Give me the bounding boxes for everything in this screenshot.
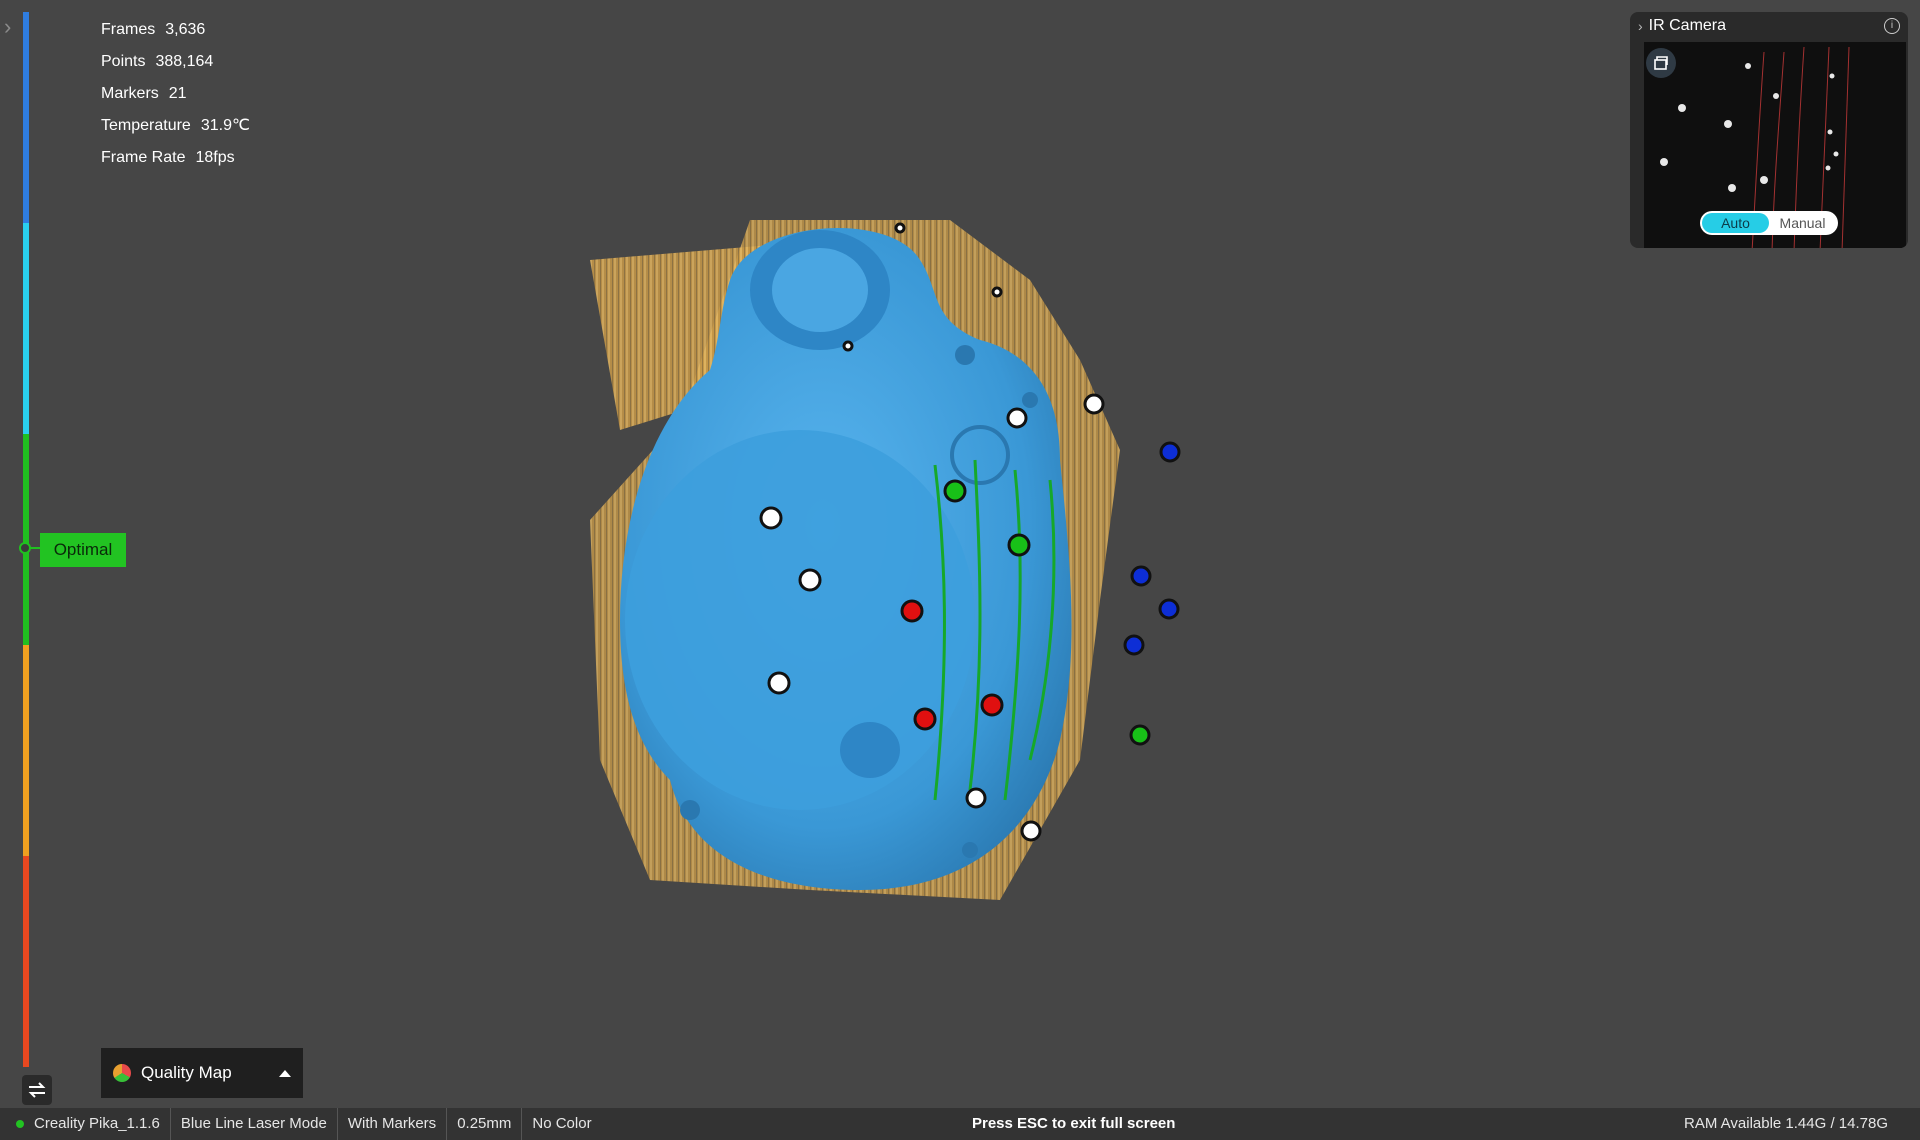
distance-segment-optimal [23, 434, 29, 645]
ir-camera-title: IR Camera [1648, 17, 1727, 34]
3d-scan-viewport[interactable] [560, 200, 1290, 930]
stat-temperature: Temperature 31.9℃ [101, 117, 250, 134]
scan-stats-panel: Frames 3,636 Points 388,164 Markers 21 Temp… [101, 14, 250, 174]
stat-markers: Markers 21 [101, 85, 187, 102]
distance-segment-near [23, 645, 29, 856]
distance-indicator-bar [23, 12, 29, 1068]
distance-segment-too-near [23, 856, 29, 1067]
status-color-mode: No Color [521, 1108, 601, 1140]
exposure-mode-toggle[interactable]: Auto Manual [1700, 211, 1838, 235]
status-resolution: 0.25mm [446, 1108, 521, 1140]
swap-arrows-icon [28, 1082, 46, 1098]
stat-points: Points 388,164 [101, 53, 214, 70]
quality-map-icon [113, 1064, 131, 1082]
mode-auto-option[interactable]: Auto [1702, 213, 1769, 233]
stat-frames: Frames 3,636 [101, 21, 206, 38]
quality-map-button[interactable]: Quality Map [101, 1048, 303, 1098]
distance-segment-far [23, 223, 29, 434]
connection-status-icon [16, 1120, 24, 1128]
expand-panel-icon[interactable]: › [4, 14, 18, 40]
collapse-chevron-icon[interactable]: › [1638, 18, 1643, 34]
distance-status-label: Optimal [40, 533, 126, 567]
mode-manual-option[interactable]: Manual [1769, 213, 1836, 233]
status-bar: Creality Pika_1.1.6 Blue Line Laser Mode… [0, 1108, 1920, 1140]
stat-frame-rate: Frame Rate 18fps [101, 149, 235, 166]
info-icon[interactable]: i [1884, 18, 1900, 34]
status-markers-mode: With Markers [336, 1108, 446, 1140]
ram-available: RAM Available 1.44G / 14.78G [1683, 1115, 1888, 1132]
distance-segment-too-far [23, 12, 29, 223]
status-app-version: Creality Pika_1.1.6 [34, 1115, 160, 1132]
swap-view-button[interactable] [22, 1075, 52, 1105]
distance-current-marker [19, 542, 31, 554]
status-left-group: Creality Pika_1.1.6 Blue Line Laser Mode… [16, 1108, 602, 1140]
fullscreen-hint: Press ESC to exit full screen [972, 1115, 1176, 1132]
rotate-glyph-icon [1654, 56, 1668, 70]
ir-camera-header[interactable]: › IR Camera i [1630, 12, 1908, 40]
quality-map-label: Quality Map [141, 1063, 232, 1082]
caret-up-icon[interactable] [279, 1069, 291, 1077]
status-scan-mode: Blue Line Laser Mode [169, 1108, 337, 1140]
rotate-view-icon[interactable] [1646, 48, 1676, 78]
